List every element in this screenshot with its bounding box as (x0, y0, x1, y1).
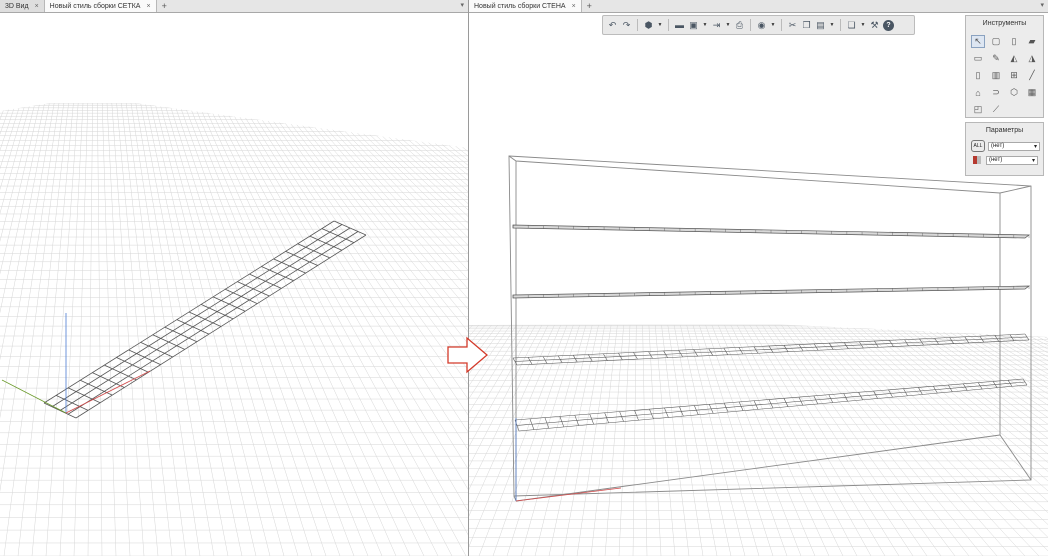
redo-icon[interactable]: ↷ (621, 20, 632, 31)
measure-icon[interactable]: ⟋ (989, 103, 1003, 116)
tab-wall-assembly[interactable]: Новый стиль сборки СТЕНА × (469, 0, 582, 12)
column-icon[interactable]: ▯ (1007, 35, 1021, 48)
line-icon[interactable]: ╱ (1025, 69, 1039, 82)
y-axis (1, 379, 67, 414)
layer-select-value: (нет) (991, 143, 1005, 149)
roof-icon[interactable]: ◭ (1007, 52, 1021, 65)
ground-grid (0, 100, 468, 556)
chevron-down-icon[interactable]: ▾ (1040, 1, 1044, 9)
help-icon[interactable]: ? (883, 19, 894, 31)
pencil-icon[interactable]: ✎ (989, 52, 1003, 65)
stair-icon[interactable]: ◮ (1025, 52, 1039, 65)
tab-mesh-assembly[interactable]: Новый стиль сборки СЕТКА × (44, 0, 157, 12)
parameters-panel-title: Параметры (985, 127, 1024, 134)
toolbar-separator (750, 19, 751, 31)
viewport-left[interactable]: 3D Вид × Новый стиль сборки СЕТКА × + ▾ (0, 0, 468, 556)
chevron-down-icon[interactable]: ▼ (657, 20, 663, 31)
beam-icon[interactable]: ▭ (971, 52, 985, 65)
tools-grid: ↖ ▢ ▯ ▰ ▭ ✎ ◭ ◮ ▯ ▥ ⊞ ╱ ⌂ ⊃ ⬡ ▦ ◰ ⟋ (966, 30, 1043, 116)
chevron-down-icon: ▾ (1031, 157, 1035, 164)
window-icon[interactable]: ▥ (989, 69, 1003, 82)
tools-panel-title: Инструменты (982, 20, 1027, 27)
select-icon[interactable]: ↖ (971, 35, 985, 48)
chevron-down-icon[interactable]: ▼ (770, 20, 776, 31)
layers-icon[interactable]: ❏ (846, 20, 857, 31)
add-tab-button[interactable]: + (157, 0, 172, 12)
parameters-panel: Параметры ALL (нет) ▾ (нет) ▾ (965, 122, 1044, 176)
chevron-down-icon[interactable]: ▼ (860, 20, 866, 31)
3d-scene-mesh[interactable] (0, 13, 468, 556)
toolbar-separator (781, 19, 782, 31)
tab-3d-view[interactable]: 3D Вид × (0, 0, 45, 12)
toolbar-separator (637, 19, 638, 31)
cut-icon[interactable]: ✂ (787, 20, 798, 31)
folder-icon[interactable]: ▬ (674, 20, 685, 31)
viewport-right[interactable]: Новый стиль сборки СТЕНА × + ▾ ↶ ↷ ⬢ ▼ ▬… (469, 0, 1048, 556)
copy-icon[interactable]: ❐ (801, 20, 812, 31)
undo-icon[interactable]: ↶ (607, 20, 618, 31)
close-icon[interactable]: × (572, 3, 576, 10)
close-icon[interactable]: × (35, 3, 39, 10)
material-select-value: (нет) (989, 157, 1003, 163)
layer-param-row: ALL (нет) ▾ (966, 137, 1043, 152)
tools-panel: Инструменты ↖ ▢ ▯ ▰ ▭ ✎ ◭ ◮ ▯ ▥ ⊞ ╱ ⌂ ⊃ … (965, 15, 1044, 118)
transition-arrow-icon (447, 336, 489, 374)
tab-label: Новый стиль сборки СТЕНА (474, 2, 566, 10)
render-icon[interactable]: ◉ (756, 20, 767, 31)
railing-icon[interactable]: ⊞ (1007, 69, 1021, 82)
slab-icon[interactable]: ▰ (1025, 35, 1039, 48)
pipe-icon[interactable]: ⊃ (989, 86, 1003, 99)
chevron-down-icon[interactable]: ▼ (702, 20, 708, 31)
rebar-mesh (43, 220, 367, 419)
tab-bar-right: Новый стиль сборки СТЕНА × + ▾ (469, 0, 1048, 13)
door-icon[interactable]: ▯ (971, 69, 985, 82)
layer-param-icon: ALL (971, 140, 985, 152)
material-select[interactable]: (нет) ▾ (986, 155, 1038, 165)
paste-icon[interactable]: ▤ (815, 20, 826, 31)
chevron-down-icon: ▾ (1033, 143, 1037, 150)
object-icon[interactable]: ⬡ (1007, 86, 1021, 99)
material-param-icon (971, 155, 983, 165)
tab-bar-left: 3D Вид × Новый стиль сборки СЕТКА × + ▾ (0, 0, 468, 13)
cube-icon[interactable]: ⬢ (643, 20, 654, 31)
close-icon[interactable]: × (146, 3, 150, 10)
tab-label: Новый стиль сборки СЕТКА (49, 2, 141, 10)
morph-icon[interactable]: ▦ (1025, 86, 1039, 99)
save-icon[interactable]: ▣ (688, 20, 699, 31)
toolbar-separator (668, 19, 669, 31)
rebar-mesh-layer-4 (514, 378, 1028, 432)
curtain-wall-icon[interactable]: ⌂ (971, 86, 985, 99)
wall-icon[interactable]: ▢ (989, 35, 1003, 48)
horizon-mask (0, 13, 468, 148)
x-axis (515, 487, 622, 502)
export-icon[interactable]: ⇥ (711, 20, 722, 31)
3d-scene-wall[interactable] (469, 13, 1048, 556)
chevron-down-icon[interactable]: ▾ (460, 1, 464, 9)
chevron-down-icon[interactable]: ▼ (725, 20, 731, 31)
print-icon[interactable]: ⎙ (734, 20, 745, 31)
chevron-down-icon[interactable]: ▼ (829, 20, 835, 31)
tab-label: 3D Вид (5, 2, 29, 10)
add-tab-button[interactable]: + (582, 0, 597, 12)
main-toolbar: ↶ ↷ ⬢ ▼ ▬ ▣ ▼ ⇥ ▼ ⎙ ◉ ▼ ✂ ❐ ▤ ▼ ❏ ▼ ⚒ ? (602, 15, 915, 35)
wrench-icon[interactable]: ⚒ (869, 20, 880, 31)
layer-select[interactable]: (нет) ▾ (988, 141, 1040, 151)
toolbar-separator (840, 19, 841, 31)
zone-icon[interactable]: ◰ (971, 103, 985, 116)
material-param-row: (нет) ▾ (966, 152, 1043, 165)
